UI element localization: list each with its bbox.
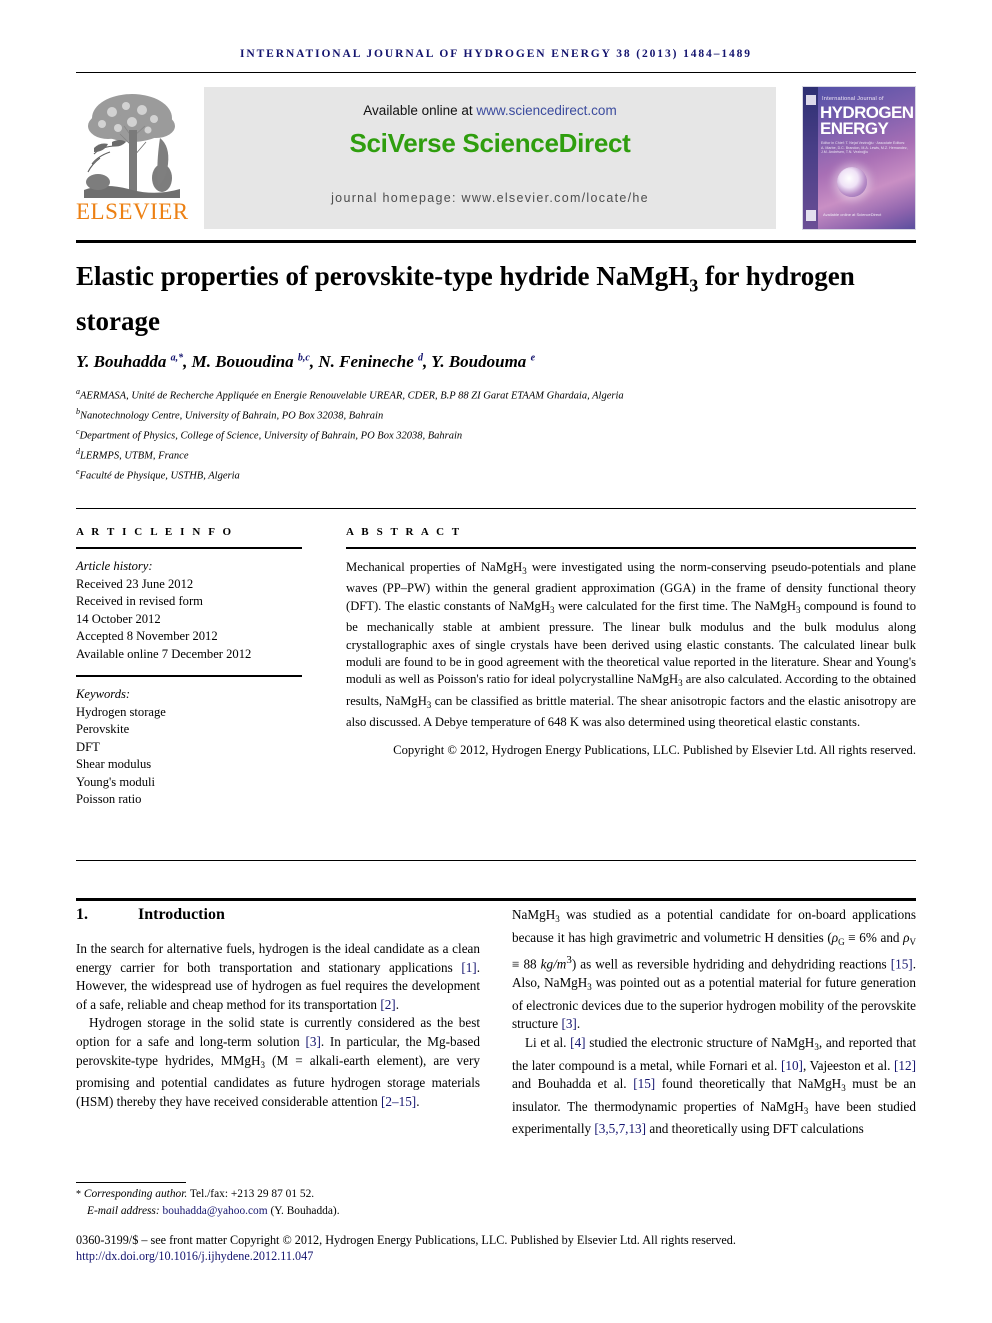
journal-article-page: INTERNATIONAL JOURNAL OF HYDROGEN ENERGY… bbox=[0, 0, 992, 1323]
article-info-column: A R T I C L E I N F O Article history: R… bbox=[76, 526, 302, 809]
available-online-line: Available online at www.sciencedirect.co… bbox=[204, 103, 776, 118]
corresponding-author-line: * Corresponding author. Tel./fax: +213 2… bbox=[76, 1188, 315, 1200]
body-column-left: 1. Introduction In the search for alterna… bbox=[76, 906, 480, 1111]
footnote-rule bbox=[76, 1182, 186, 1183]
abstract-copyright: Copyright © 2012, Hydrogen Energy Public… bbox=[393, 742, 916, 757]
affiliation-text: Nanotechnology Centre, University of Bah… bbox=[80, 410, 384, 422]
cover-spine bbox=[803, 87, 818, 229]
abstract-body: Mechanical properties of NaMgH3 were inv… bbox=[346, 560, 916, 730]
abstract-rule bbox=[346, 547, 916, 549]
title-subscript: 3 bbox=[689, 275, 699, 296]
sciencedirect-box: Available online at www.sciencedirect.co… bbox=[204, 87, 776, 229]
affiliation-text: Department of Physics, College of Scienc… bbox=[79, 430, 463, 442]
available-online-label: Available online at bbox=[363, 103, 477, 118]
affiliation-text: Faculté de Physique, USTHB, Algeria bbox=[79, 470, 240, 482]
intro-paragraph: Li et al. [4] studied the electronic str… bbox=[512, 1034, 917, 1137]
article-history-block: Article history: Received 23 June 2012 R… bbox=[76, 558, 302, 663]
email-label: E-mail address: bbox=[87, 1205, 160, 1217]
article-history-label: Article history: bbox=[76, 559, 153, 573]
doi-link[interactable]: http://dx.doi.org/10.1016/j.ijhydene.201… bbox=[76, 1249, 916, 1264]
email-link[interactable]: bouhadda@yahoo.com bbox=[163, 1205, 268, 1217]
history-item: Accepted 8 November 2012 bbox=[76, 629, 218, 643]
history-item: Received in revised form bbox=[76, 594, 203, 608]
cover-footer-line: Available online at ScienceDirect bbox=[823, 212, 882, 217]
abstract-bottom-rule bbox=[76, 860, 916, 861]
history-item: Received 23 June 2012 bbox=[76, 576, 194, 591]
keywords-block: Keywords: Hydrogen storage Perovskite DF… bbox=[76, 686, 302, 809]
page-title: Elastic properties of perovskite-type hy… bbox=[76, 258, 876, 339]
abstract-column: A B S T R A C T Mechanical properties of… bbox=[346, 526, 916, 759]
history-item: Available online 7 December 2012 bbox=[76, 646, 252, 661]
issn-copyright-line: 0360-3199/$ – see front matter Copyright… bbox=[76, 1233, 736, 1247]
iahe-logo-icon bbox=[805, 95, 816, 105]
intro-paragraph: In the search for alternative fuels, hyd… bbox=[76, 941, 480, 1012]
sciencedirect-url-link[interactable]: www.sciencedirect.com bbox=[476, 103, 616, 118]
affiliation-item: cDepartment of Physics, College of Scien… bbox=[76, 424, 916, 444]
affiliation-text: AERMASA, Unité de Recherche Appliquée en… bbox=[80, 390, 624, 402]
history-item: 14 October 2012 bbox=[76, 611, 161, 626]
section-heading-introduction: 1. Introduction bbox=[76, 906, 480, 924]
keywords-label: Keywords: bbox=[76, 687, 131, 701]
cover-editor-names: Editor in Chief: T. Nejat Veziroğlu · As… bbox=[821, 141, 908, 155]
author-list: Y. Bouhadda a,*, M. Bououdina b,c, N. Fe… bbox=[76, 352, 536, 371]
article-info-rule bbox=[76, 547, 302, 549]
intro-paragraph: NaMgH3 was studied as a potential candid… bbox=[512, 907, 916, 1032]
cover-orb-graphic bbox=[837, 167, 867, 197]
email-owner: (Y. Bouhadda). bbox=[270, 1205, 340, 1217]
running-head: INTERNATIONAL JOURNAL OF HYDROGEN ENERGY… bbox=[240, 48, 752, 60]
keyword-item: Young's moduli bbox=[76, 774, 156, 789]
article-info-heading: A R T I C L E I N F O bbox=[76, 526, 234, 538]
corresponding-author-note: * Corresponding author. Tel./fax: +213 2… bbox=[76, 1186, 480, 1219]
keyword-item: Poisson ratio bbox=[76, 792, 142, 806]
he-logo-icon bbox=[805, 210, 816, 221]
section-title: Introduction bbox=[138, 906, 225, 923]
keyword-item: Perovskite bbox=[76, 722, 130, 736]
affiliation-item: aAERMASA, Unité de Recherche Appliquée e… bbox=[76, 384, 916, 404]
journal-homepage-line[interactable]: journal homepage: www.elsevier.com/locat… bbox=[204, 191, 776, 205]
email-line: E-mail address: bouhadda@yahoo.com (Y. B… bbox=[76, 1203, 480, 1219]
keyword-item: DFT bbox=[76, 739, 100, 754]
affiliation-list: aAERMASA, Unité de Recherche Appliquée e… bbox=[76, 384, 916, 484]
affiliation-item: eFaculté de Physique, USTHB, Algeria bbox=[76, 464, 916, 484]
cover-top-line: International Journal of bbox=[822, 96, 884, 102]
cover-title-energy: ENERGY bbox=[820, 119, 889, 138]
sciverse-sciencedirect-logo[interactable]: SciVerse ScienceDirect bbox=[204, 128, 776, 159]
affiliation-text: LERMPS, UTBM, France bbox=[80, 450, 189, 462]
affiliation-item: dLERMPS, UTBM, France bbox=[76, 444, 916, 464]
publisher-banner: ELSEVIER Available online at www.science… bbox=[76, 84, 916, 232]
body-column-right: NaMgH3 was studied as a potential candid… bbox=[512, 906, 916, 1139]
info-top-rule bbox=[76, 508, 916, 509]
keyword-item: Hydrogen storage bbox=[76, 704, 166, 719]
elsevier-tree-icon bbox=[82, 86, 182, 198]
section-number: 1. bbox=[76, 906, 88, 923]
intro-paragraph: Hydrogen storage in the solid state is c… bbox=[76, 1015, 480, 1109]
keyword-item: Shear modulus bbox=[76, 757, 152, 771]
journal-cover-thumbnail: International Journal of HYDROGEN ENERGY… bbox=[802, 86, 916, 230]
affiliation-item: bNanotechnology Centre, University of Ba… bbox=[76, 404, 916, 424]
banner-bottom-rule bbox=[76, 240, 916, 243]
elsevier-logo: ELSEVIER bbox=[76, 84, 188, 232]
title-text-1: Elastic properties of perovskite-type hy… bbox=[76, 261, 690, 291]
keywords-rule bbox=[76, 675, 302, 677]
body-top-rule bbox=[76, 898, 916, 901]
abstract-heading: A B S T R A C T bbox=[346, 526, 462, 538]
top-rule bbox=[76, 72, 916, 73]
elsevier-wordmark: ELSEVIER bbox=[76, 199, 189, 224]
